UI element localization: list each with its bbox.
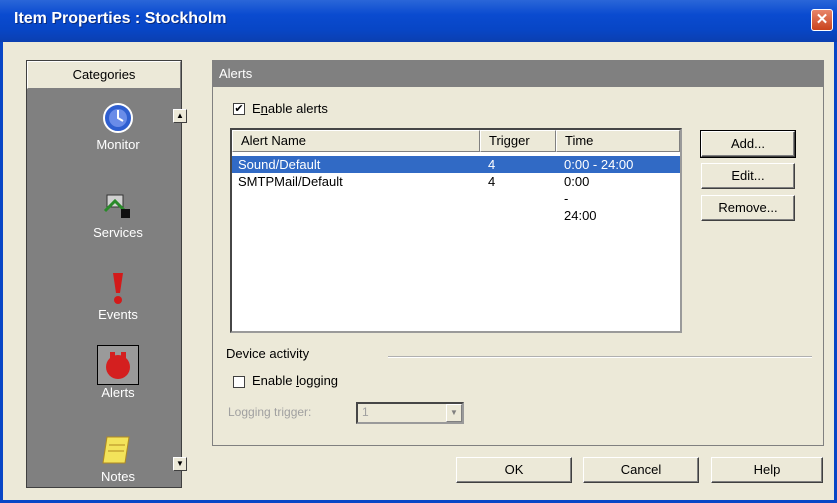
column-header-alert-name[interactable]: Alert Name [232,130,480,152]
scroll-up-button[interactable]: ▲ [173,109,187,123]
arrow-down-icon: ▼ [176,459,184,468]
column-header-trigger[interactable]: Trigger [480,130,556,152]
category-alerts[interactable]: Alerts [75,345,161,400]
alerts-list[interactable]: Alert Name Trigger Time Sound/Default 4 … [230,128,682,333]
close-icon: ✕ [815,11,829,28]
category-label: Alerts [101,385,135,400]
window-title: Item Properties : Stockholm [14,10,227,27]
category-label: Services [93,225,143,240]
group-divider [388,356,812,358]
alert-name-cell: Sound/Default [238,157,321,172]
alert-name-cell: SMTPMail/Default [238,174,343,189]
alerts-icon [106,352,130,379]
selected-frame [97,345,139,385]
close-button[interactable]: ✕ [811,9,833,31]
checkmark-icon: ✔ [234,103,244,115]
time-cell: 0:00 - 24:00 [564,174,597,223]
arrow-up-icon: ▲ [176,111,184,120]
enable-logging-label[interactable]: Enable logging [252,373,338,388]
cancel-button[interactable]: Cancel [583,457,699,483]
category-services[interactable]: Services [75,189,161,240]
ok-button[interactable]: OK [456,457,572,483]
device-activity-group-label: Device activity [226,346,310,361]
label-part: E [252,101,261,116]
category-label: Events [98,307,138,322]
enable-alerts-checkbox[interactable]: ✔ [233,103,245,115]
add-button[interactable]: Add... [700,130,796,158]
categories-header: Categories [27,61,181,89]
edit-button[interactable]: Edit... [701,163,795,189]
trigger-cell: 4 [488,157,496,172]
title-bar[interactable]: Item Properties : Stockholm ✕ [0,0,837,42]
time-cell: 0:00 - 24:00 [564,157,634,172]
label-part: able alerts [267,101,328,116]
services-icon [103,194,130,218]
logging-trigger-value: 1 [362,405,369,419]
help-button[interactable]: Help [711,457,823,483]
table-row[interactable]: Sound/Default 4 0:00 - 24:00 [232,156,680,173]
trigger-cell: 4 [488,174,496,189]
chevron-down-icon[interactable]: ▼ [446,404,462,422]
category-events[interactable]: Events [75,271,161,322]
label-part: Enable [252,373,297,388]
remove-button[interactable]: Remove... [701,195,795,221]
enable-alerts-label[interactable]: Enable alerts [252,101,328,116]
category-label: Monitor [96,137,140,152]
events-icon [113,273,123,304]
categories-panel: Categories ▲ ▼ Monitor Services Events A… [26,60,187,488]
monitor-icon [103,103,133,133]
enable-logging-checkbox[interactable] [233,376,245,388]
category-notes[interactable]: Notes [75,433,161,484]
category-monitor[interactable]: Monitor [75,101,161,152]
category-label: Notes [101,469,135,484]
label-accelerator: n [260,101,268,116]
logging-trigger-select[interactable]: 1 ▼ [356,402,464,424]
logging-trigger-label: Logging trigger: [228,405,312,419]
scroll-down-button[interactable]: ▼ [173,457,187,471]
notes-icon [102,436,130,464]
label-part: ogging [298,373,339,388]
column-header-time[interactable]: Time [556,130,680,152]
alerts-panel-title: Alerts [213,61,823,87]
